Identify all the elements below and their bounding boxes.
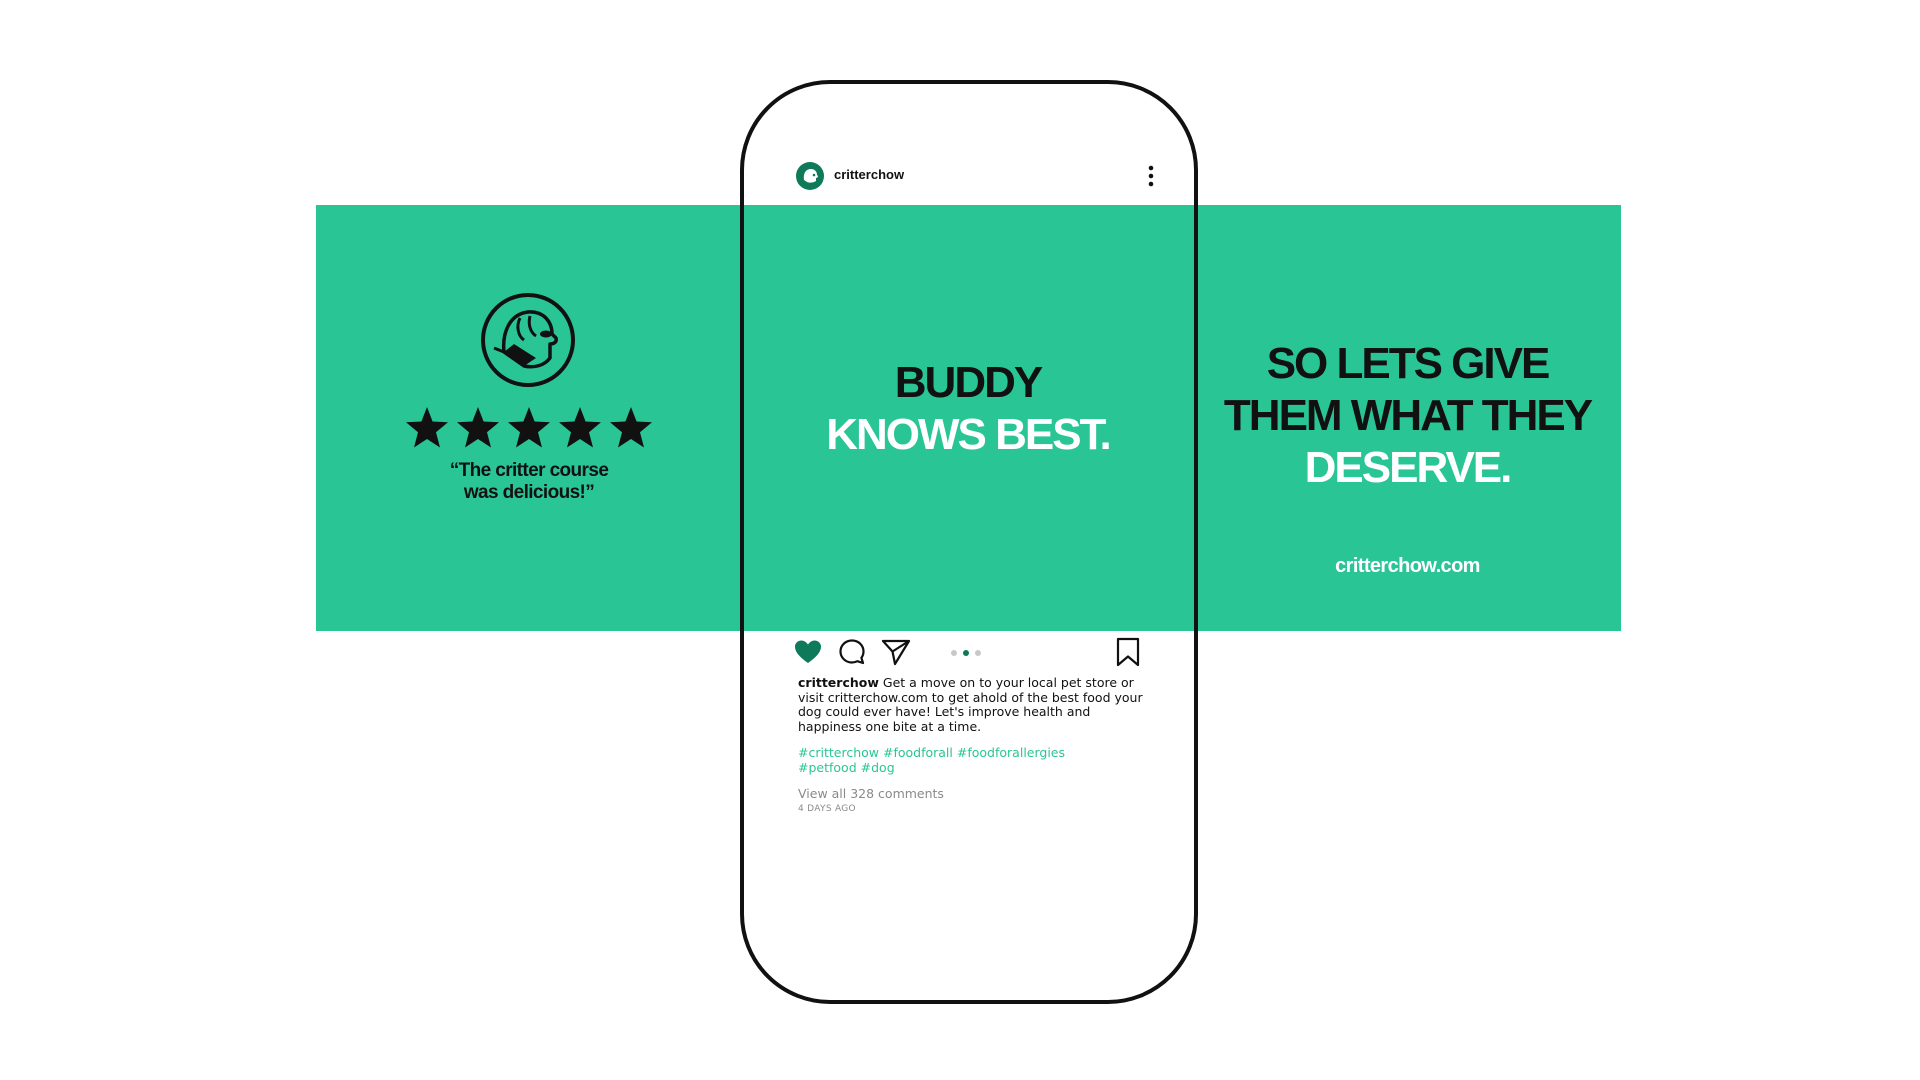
post-username[interactable]: critterchow [834,167,904,182]
critterchow-logo-icon[interactable] [796,162,824,190]
headline-line-2: KNOWS BEST. [826,410,1112,459]
carousel-dot[interactable] [975,650,981,656]
post-hashtags: #critterchow #foodforall #foodforallergies… [798,745,1098,775]
carousel-dot[interactable] [951,650,957,656]
carousel-indicator [951,650,981,656]
star-icon [406,407,448,448]
cta-line-1: SO LETS GIVE [1266,339,1551,388]
carousel-slide-review: “The critter course was delicious!” [316,205,742,631]
carousel-band[interactable]: “The critter course was delicious!” BUDD… [316,205,1621,631]
post-header: critterchow [796,160,1156,192]
comment-icon[interactable] [836,636,868,668]
star-icon [457,407,499,448]
rating-stars [404,405,654,455]
post-actions [792,636,1142,670]
dog-logo-icon [481,293,575,387]
review-quote: “The critter course was delicious!” [356,460,702,504]
hashtag-link[interactable]: #dog [861,760,895,775]
website-url[interactable]: critterchow.com [1194,555,1621,578]
review-quote-line-1: “The critter course [449,460,609,481]
cta-line-2: THEM WHAT THEY [1223,391,1593,440]
more-vertical-icon[interactable] [1146,164,1156,188]
send-icon[interactable] [880,636,912,668]
slide-headline: BUDDY KNOWS BEST. [742,357,1194,461]
carousel-dot[interactable] [963,650,969,656]
carousel-slide-headline: BUDDY KNOWS BEST. [742,205,1194,631]
star-icon [559,407,601,448]
bookmark-icon[interactable] [1112,636,1144,668]
review-quote-line-2: was delicious!” [463,482,595,503]
hashtag-link[interactable]: #foodforall [883,745,953,760]
hashtag-link[interactable]: #critterchow [798,745,879,760]
star-icon [610,407,652,448]
carousel-slide-cta: SO LETS GIVE THEM WHAT THEY DESERVE. cri… [1194,205,1621,631]
post-caption: critterchow Get a move on to your local … [798,675,1143,734]
cta-headline: SO LETS GIVE THEM WHAT THEY DESERVE. [1194,338,1621,494]
view-comments-link[interactable]: View all 328 comments [798,786,944,801]
cta-line-3: DESERVE. [1304,443,1513,492]
post-timestamp: 4 DAYS AGO [798,804,856,814]
heart-icon[interactable] [792,636,824,668]
hashtag-link[interactable]: #foodforallergies [957,745,1065,760]
headline-line-1: BUDDY [894,358,1043,407]
caption-username[interactable]: critterchow [798,675,879,690]
instagram-carousel-mockup: “The critter course was delicious!” BUDD… [0,0,1920,1080]
hashtag-link[interactable]: #petfood [798,760,857,775]
star-icon [508,407,550,448]
